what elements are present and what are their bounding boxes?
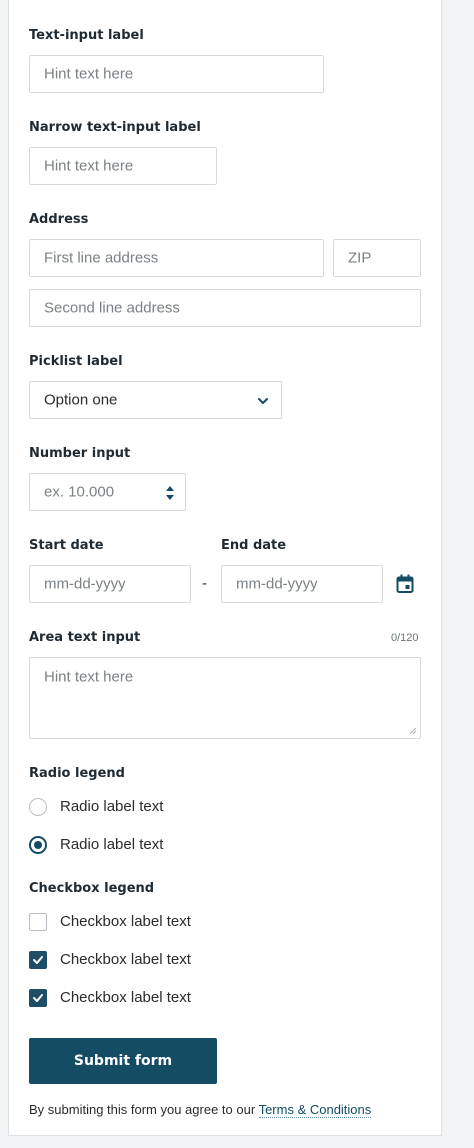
checkbox-checked[interactable] <box>29 989 47 1007</box>
narrow-input-placeholder: Hint text here <box>44 157 134 175</box>
checkbox[interactable] <box>29 913 47 931</box>
radio-option-label: Radio label text <box>60 798 164 815</box>
picklist-select[interactable]: Option one <box>29 381 282 419</box>
terms-conditions-link[interactable]: Terms & Conditions <box>258 1102 372 1118</box>
terms-text: By submiting this form you agree to our … <box>29 1102 372 1118</box>
address-line1-placeholder: First line address <box>44 249 159 267</box>
address-line2-field[interactable]: Second line address <box>29 289 421 327</box>
date-separator: - <box>202 575 207 592</box>
radio-button[interactable] <box>29 798 47 816</box>
text-input-label: Text-input label <box>29 28 144 43</box>
radio-option[interactable]: Radio label text <box>29 834 249 856</box>
number-input-placeholder: ex. 10.000 <box>44 483 115 501</box>
checkbox-option-label: Checkbox label text <box>60 989 191 1006</box>
address-line2-placeholder: Second line address <box>44 299 180 317</box>
checkbox-option-label: Checkbox label text <box>60 951 191 968</box>
radio-option[interactable]: Radio label text <box>29 796 249 818</box>
checkmark-icon <box>33 956 43 964</box>
textarea-placeholder: Hint text here <box>44 668 134 686</box>
checkbox-checked[interactable] <box>29 951 47 969</box>
end-date-placeholder: mm-dd-yyyy <box>236 575 318 593</box>
start-date-field[interactable]: mm-dd-yyyy <box>29 565 191 603</box>
narrow-input-label: Narrow text-input label <box>29 120 201 135</box>
checkbox-option[interactable]: Checkbox label text <box>29 949 249 971</box>
calendar-icon[interactable] <box>396 574 414 594</box>
radio-legend: Radio legend <box>29 766 125 781</box>
picklist-selected-value: Option one <box>44 391 118 409</box>
checkbox-option[interactable]: Checkbox label text <box>29 911 249 933</box>
start-date-label: Start date <box>29 538 104 553</box>
zip-placeholder: ZIP <box>348 249 372 267</box>
textarea-field[interactable]: Hint text here <box>29 657 421 739</box>
chevron-down-icon <box>258 398 268 404</box>
narrow-input-field[interactable]: Hint text here <box>29 147 217 185</box>
address-label: Address <box>29 212 89 227</box>
spinner-arrows-icon[interactable] <box>164 483 176 503</box>
end-date-label: End date <box>221 538 287 553</box>
number-input-field[interactable]: ex. 10.000 <box>29 473 186 511</box>
text-input-field[interactable]: Hint text here <box>29 55 324 93</box>
end-date-field[interactable]: mm-dd-yyyy <box>221 565 383 603</box>
picklist-label: Picklist label <box>29 354 123 369</box>
number-input-label: Number input <box>29 446 131 461</box>
textarea-char-counter: 0/120 <box>391 632 419 644</box>
checkbox-option[interactable]: Checkbox label text <box>29 987 249 1009</box>
checkmark-icon <box>33 994 43 1002</box>
start-date-placeholder: mm-dd-yyyy <box>44 575 126 593</box>
terms-prefix: By submiting this form you agree to our <box>29 1102 256 1117</box>
resize-handle-icon[interactable] <box>409 727 417 735</box>
radio-button-selected[interactable] <box>29 836 47 854</box>
submit-form-button[interactable]: Submit form <box>29 1038 217 1084</box>
text-input-placeholder: Hint text here <box>44 65 134 83</box>
checkbox-legend: Checkbox legend <box>29 881 155 896</box>
textarea-label: Area text input <box>29 630 141 645</box>
address-line1-field[interactable]: First line address <box>29 239 324 277</box>
zip-field[interactable]: ZIP <box>333 239 421 277</box>
radio-option-label: Radio label text <box>60 836 164 853</box>
checkbox-option-label: Checkbox label text <box>60 913 191 930</box>
